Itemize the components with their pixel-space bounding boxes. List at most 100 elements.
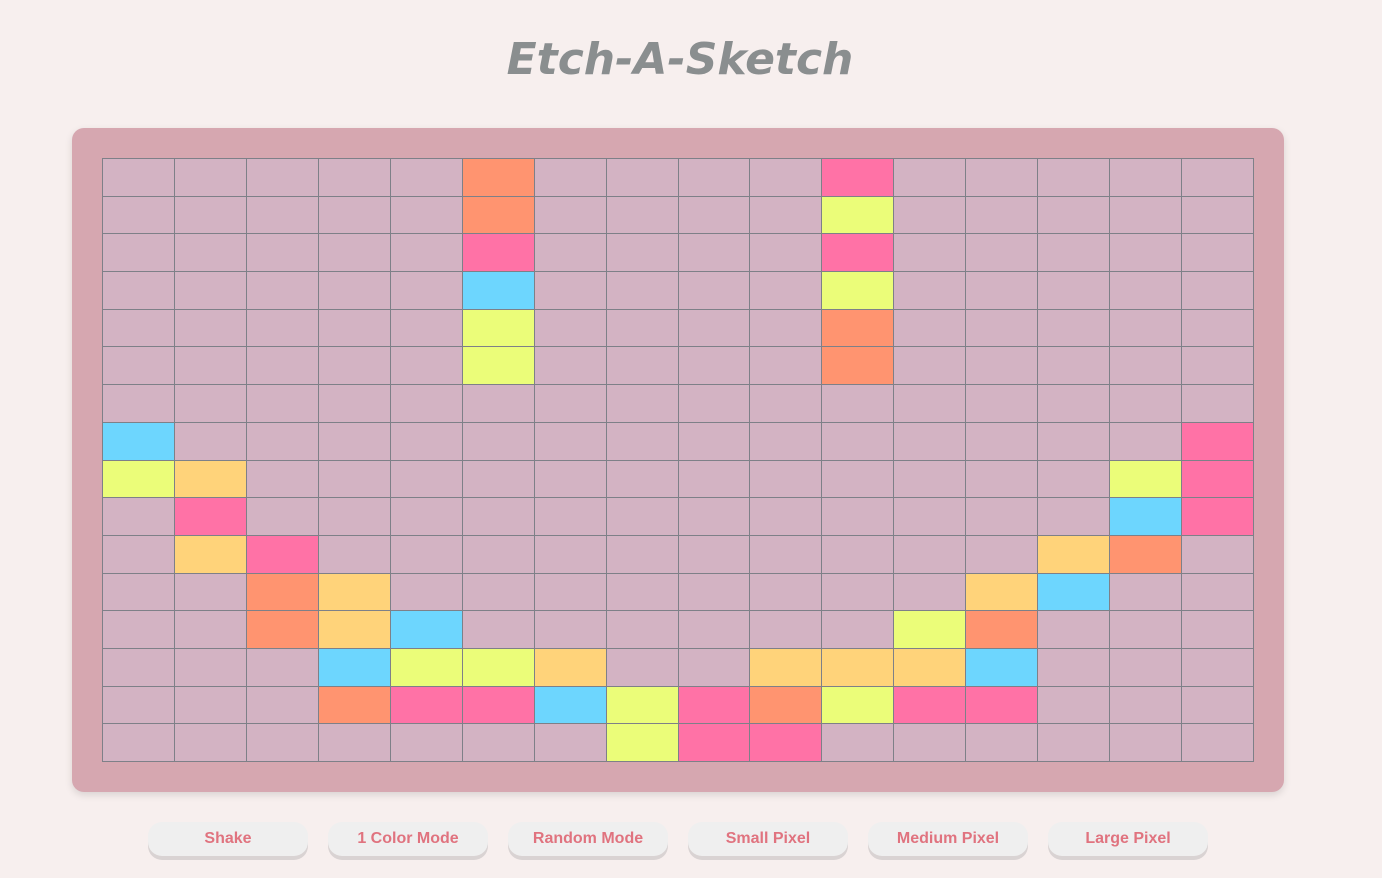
grid-cell[interactable] — [1181, 459, 1253, 498]
grid-cell[interactable] — [893, 610, 966, 648]
grid-cell[interactable] — [317, 497, 390, 535]
random-mode-button[interactable]: Random Mode — [508, 822, 668, 856]
grid-cell[interactable] — [1037, 158, 1110, 196]
grid-cell[interactable] — [893, 459, 966, 498]
grid-cell[interactable] — [389, 195, 462, 234]
grid-cell[interactable] — [1109, 308, 1182, 347]
grid-cell[interactable] — [749, 610, 822, 648]
grid-cell[interactable] — [965, 723, 1038, 761]
grid-cell[interactable] — [389, 685, 462, 724]
grid-cell[interactable] — [102, 459, 174, 498]
grid-cell[interactable] — [677, 685, 750, 724]
grid-cell[interactable] — [461, 610, 534, 648]
grid-cell[interactable] — [102, 685, 174, 724]
grid-cell[interactable] — [533, 421, 606, 460]
grid-cell[interactable] — [173, 346, 246, 385]
grid-cell[interactable] — [173, 421, 246, 460]
grid-cell[interactable] — [1037, 308, 1110, 347]
grid-cell[interactable] — [461, 647, 534, 686]
shake-button[interactable]: Shake — [148, 822, 308, 856]
grid-cell[interactable] — [821, 271, 894, 309]
grid-cell[interactable] — [965, 158, 1038, 196]
grid-cell[interactable] — [389, 497, 462, 535]
grid-cell[interactable] — [389, 610, 462, 648]
grid-cell[interactable] — [965, 271, 1038, 309]
grid-cell[interactable] — [245, 271, 318, 309]
grid-cell[interactable] — [317, 572, 390, 611]
grid-cell[interactable] — [821, 572, 894, 611]
grid-cell[interactable] — [677, 271, 750, 309]
grid-cell[interactable] — [821, 346, 894, 385]
grid-cell[interactable] — [605, 497, 678, 535]
grid-cell[interactable] — [677, 572, 750, 611]
grid-cell[interactable] — [102, 534, 174, 573]
grid-cell[interactable] — [1181, 271, 1253, 309]
grid-cell[interactable] — [461, 459, 534, 498]
grid-cell[interactable] — [1109, 195, 1182, 234]
grid-cell[interactable] — [389, 384, 462, 422]
grid-cell[interactable] — [245, 158, 318, 196]
grid-cell[interactable] — [102, 723, 174, 761]
grid-cell[interactable] — [461, 308, 534, 347]
grid-cell[interactable] — [1037, 534, 1110, 573]
one-color-mode-button[interactable]: 1 Color Mode — [328, 822, 488, 856]
grid-cell[interactable] — [605, 271, 678, 309]
grid-cell[interactable] — [102, 271, 174, 309]
grid-cell[interactable] — [173, 308, 246, 347]
grid-cell[interactable] — [461, 421, 534, 460]
grid-cell[interactable] — [389, 459, 462, 498]
grid-cell[interactable] — [1037, 497, 1110, 535]
grid-cell[interactable] — [965, 647, 1038, 686]
grid-cell[interactable] — [893, 647, 966, 686]
grid-cell[interactable] — [1037, 572, 1110, 611]
grid-cell[interactable] — [389, 534, 462, 573]
grid-cell[interactable] — [1181, 233, 1253, 272]
grid-cell[interactable] — [389, 723, 462, 761]
grid-cell[interactable] — [821, 233, 894, 272]
grid-cell[interactable] — [1109, 497, 1182, 535]
grid-cell[interactable] — [605, 233, 678, 272]
grid-cell[interactable] — [461, 233, 534, 272]
grid-cell[interactable] — [245, 647, 318, 686]
grid-cell[interactable] — [893, 158, 966, 196]
grid-cell[interactable] — [317, 233, 390, 272]
grid-cell[interactable] — [1181, 572, 1253, 611]
grid-cell[interactable] — [677, 233, 750, 272]
grid-cell[interactable] — [605, 610, 678, 648]
grid-cell[interactable] — [1181, 195, 1253, 234]
grid-cell[interactable] — [389, 158, 462, 196]
grid-cell[interactable] — [965, 308, 1038, 347]
grid-cell[interactable] — [821, 497, 894, 535]
grid-cell[interactable] — [893, 346, 966, 385]
grid-cell[interactable] — [533, 723, 606, 761]
grid-cell[interactable] — [533, 158, 606, 196]
grid-cell[interactable] — [1037, 685, 1110, 724]
grid-cell[interactable] — [677, 723, 750, 761]
grid-cell[interactable] — [245, 685, 318, 724]
grid-cell[interactable] — [1181, 534, 1253, 573]
grid-cell[interactable] — [965, 685, 1038, 724]
grid-cell[interactable] — [102, 647, 174, 686]
grid-cell[interactable] — [102, 308, 174, 347]
grid-cell[interactable] — [749, 271, 822, 309]
grid-cell[interactable] — [605, 384, 678, 422]
grid-cell[interactable] — [389, 271, 462, 309]
grid-cell[interactable] — [533, 271, 606, 309]
grid-cell[interactable] — [821, 723, 894, 761]
grid-cell[interactable] — [533, 308, 606, 347]
grid-cell[interactable] — [605, 421, 678, 460]
grid-cell[interactable] — [1037, 346, 1110, 385]
grid-cell[interactable] — [533, 195, 606, 234]
grid-cell[interactable] — [965, 384, 1038, 422]
grid-cell[interactable] — [533, 233, 606, 272]
grid-cell[interactable] — [317, 610, 390, 648]
grid-cell[interactable] — [893, 233, 966, 272]
grid-cell[interactable] — [245, 459, 318, 498]
grid-cell[interactable] — [317, 195, 390, 234]
grid-cell[interactable] — [245, 384, 318, 422]
grid-cell[interactable] — [317, 384, 390, 422]
grid-cell[interactable] — [102, 384, 174, 422]
grid-cell[interactable] — [605, 346, 678, 385]
grid-cell[interactable] — [1181, 346, 1253, 385]
grid-cell[interactable] — [533, 647, 606, 686]
